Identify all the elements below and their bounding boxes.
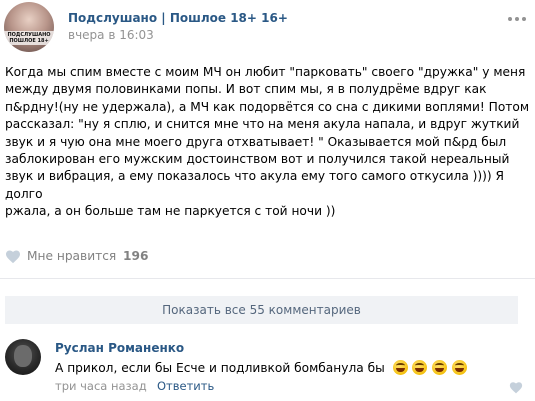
- comment-text-body: А прикол, если бы Есче и подливкой бомба…: [55, 361, 385, 375]
- more-dots-icon[interactable]: [508, 13, 526, 25]
- commenter-avatar-face: [14, 345, 32, 367]
- laughing-emoji-icon: [412, 360, 428, 375]
- post-header: ПОДСЛУШАНО ПОШЛОЕ 18+ Подслушано | Пошло…: [0, 0, 535, 58]
- post-text-line: рассказал: "ну я сплю, и снится мне что …: [5, 117, 520, 132]
- comment-time[interactable]: три часа назад: [55, 379, 147, 393]
- comment-author-link[interactable]: Руслан Романенко: [55, 341, 184, 355]
- laughing-emoji-icon: [392, 360, 408, 375]
- group-avatar-text: ПОДСЛУШАНО ПОШЛОЕ 18+: [4, 31, 54, 45]
- post-text-line: звук и я чую она мне моего друга отхваты…: [5, 134, 507, 149]
- post-text-line: звук и вибрация, а ему показалось что ак…: [5, 169, 505, 201]
- post-text-line: п&рдну!(ну не удержала), а МЧ как подорв…: [5, 99, 530, 114]
- comment: Руслан Романенко А прикол, если бы Есче …: [0, 334, 535, 401]
- post-text-line: ржала, а он больше там не паркуется с то…: [5, 204, 336, 219]
- group-name-link[interactable]: Подслушано | Пошлое 18+ 16+: [68, 11, 288, 25]
- show-all-comments-button[interactable]: Показать все 55 комментариев: [5, 296, 518, 324]
- post-text-line: между двумя половинками попы. И вот спим…: [5, 82, 487, 97]
- heart-icon: [6, 250, 20, 264]
- post-text-line: заблокирован его мужским достоинством во…: [5, 152, 510, 167]
- laughing-emoji-icon: [452, 360, 468, 375]
- comment-text: А прикол, если бы Есче и подливкой бомба…: [55, 360, 468, 378]
- commenter-avatar[interactable]: [5, 339, 41, 375]
- post-time[interactable]: вчера в 16:03: [68, 28, 154, 42]
- post-text-line: Когда мы спим вместе с моим МЧ он любит …: [5, 65, 526, 79]
- post-text: Когда мы спим вместе с моим МЧ он любит …: [5, 64, 531, 221]
- heart-icon[interactable]: [509, 381, 523, 394]
- reply-button[interactable]: Ответить: [157, 379, 214, 393]
- likes-count: 196: [123, 249, 149, 263]
- emoji-row: [392, 360, 469, 378]
- group-avatar[interactable]: ПОДСЛУШАНО ПОШЛОЕ 18+: [4, 2, 54, 52]
- divider: [0, 278, 535, 279]
- laughing-emoji-icon: [432, 360, 448, 375]
- likes-label: Мне нравится: [27, 249, 117, 263]
